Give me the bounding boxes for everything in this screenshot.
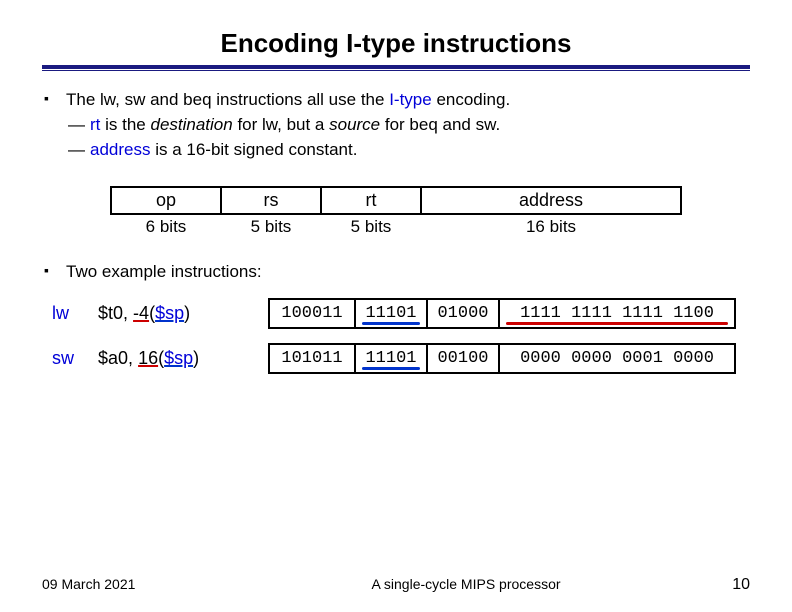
source-word: source (329, 115, 380, 134)
f-rt: 01000 (427, 299, 499, 328)
slide-number: 10 (690, 576, 750, 594)
f-rs: 11101 (355, 344, 427, 373)
text: encoding. (432, 90, 510, 109)
example-2: sw $a0, 16($sp) 101011 11101 00100 0000 … (52, 343, 750, 374)
assembly: $a0, 16($sp) (98, 348, 268, 369)
f-addr: 0000 0000 0001 0000 (499, 344, 735, 373)
f-rs: 11101 (355, 299, 427, 328)
w-rt: 5 bits (321, 214, 421, 239)
text: is the (100, 115, 150, 134)
bullet-2: Two example instructions: (42, 261, 750, 284)
mnemonic: lw (52, 303, 98, 324)
encoding: 100011 11101 01000 1111 1111 1111 1100 (268, 298, 736, 329)
destination-word: destination (150, 115, 232, 134)
imm: -4 (133, 303, 149, 323)
slide-title: Encoding I-type instructions (42, 28, 750, 65)
hdr-rs: rs (221, 187, 321, 214)
mnemonic: sw (52, 348, 98, 369)
itype-word: I-type (389, 90, 432, 109)
rp: ) (193, 348, 199, 368)
w-op: 6 bits (111, 214, 221, 239)
text: for lw, but a (233, 115, 329, 134)
sep: , (123, 303, 133, 323)
rp: ) (184, 303, 190, 323)
reg-base: $sp (155, 303, 184, 323)
imm: 16 (138, 348, 158, 368)
text: The lw, sw and beq instructions all use … (66, 90, 389, 109)
reg-rt: $t0 (98, 303, 123, 323)
footer-date: 09 March 2021 (42, 576, 242, 592)
address-word: address (90, 140, 150, 159)
footer: 09 March 2021 A single-cycle MIPS proces… (0, 576, 792, 594)
bullet-1: The lw, sw and beq instructions all use … (42, 89, 750, 112)
hdr-addr: address (421, 187, 681, 214)
hdr-op: op (111, 187, 221, 214)
reg-base: $sp (164, 348, 193, 368)
sep: , (128, 348, 138, 368)
title-rule-thin (42, 70, 750, 71)
f-op: 100011 (269, 299, 355, 328)
format-table: op rs rt address 6 bits 5 bits 5 bits 16… (110, 186, 682, 239)
footer-title: A single-cycle MIPS processor (242, 576, 690, 592)
f-rt: 00100 (427, 344, 499, 373)
reg-rt: $a0 (98, 348, 128, 368)
text: for beq and sw. (380, 115, 500, 134)
encoding: 101011 11101 00100 0000 0000 0001 0000 (268, 343, 736, 374)
w-rs: 5 bits (221, 214, 321, 239)
dash-2: address is a 16-bit signed constant. (42, 139, 750, 162)
text: is a 16-bit signed constant. (150, 140, 357, 159)
assembly: $t0, -4($sp) (98, 303, 268, 324)
f-op: 101011 (269, 344, 355, 373)
title-rule-thick (42, 65, 750, 69)
f-addr: 1111 1111 1111 1100 (499, 299, 735, 328)
rt-word: rt (90, 115, 100, 134)
hdr-rt: rt (321, 187, 421, 214)
example-1: lw $t0, -4($sp) 100011 11101 01000 1111 … (52, 298, 750, 329)
w-addr: 16 bits (421, 214, 681, 239)
dash-1: rt is the destination for lw, but a sour… (42, 114, 750, 137)
